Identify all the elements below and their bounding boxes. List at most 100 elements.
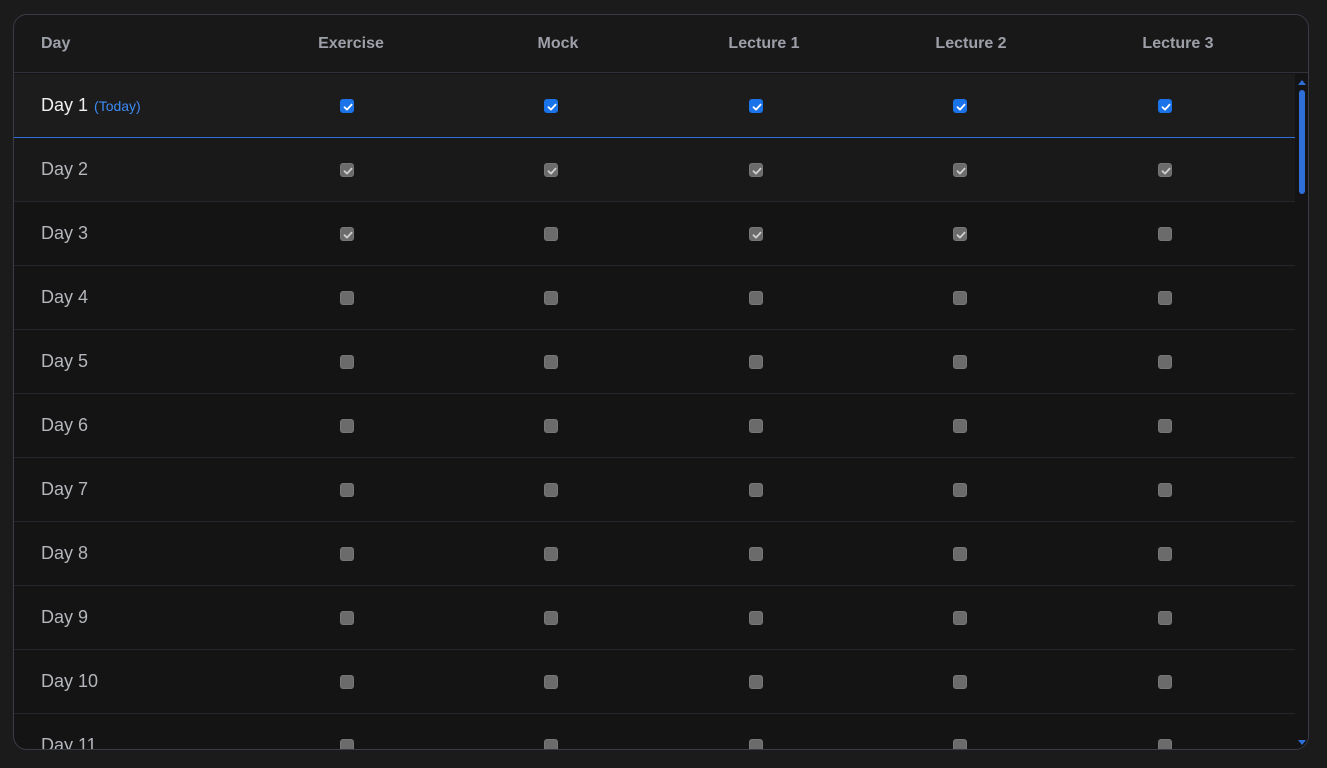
day-label: Day 11	[41, 714, 97, 749]
table-row: Day 11	[14, 714, 1295, 749]
checkbox-mock[interactable]	[544, 163, 558, 177]
checkbox-lecture-1[interactable]	[749, 483, 763, 497]
checkbox-lecture-2[interactable]	[953, 291, 967, 305]
table-body: Day 1 (Today) Day 2 Day 3 Day 4 Day 5 Day 6 Day…	[14, 74, 1295, 749]
checkmark-icon	[956, 231, 966, 239]
checkbox-exercise[interactable]	[340, 419, 354, 433]
scrollbar-thumb[interactable]	[1299, 90, 1305, 194]
checkbox-lecture-1[interactable]	[749, 291, 763, 305]
checkbox-exercise[interactable]	[340, 483, 354, 497]
checkbox-lecture-2[interactable]	[953, 227, 967, 241]
checkbox-mock[interactable]	[544, 675, 558, 689]
table-row: Day 8	[14, 522, 1295, 586]
checkbox-mock[interactable]	[544, 419, 558, 433]
day-label-text: Day 11	[41, 735, 97, 749]
header-mock: Mock	[537, 35, 579, 52]
checkbox-lecture-3[interactable]	[1158, 547, 1172, 561]
checkbox-lecture-2[interactable]	[953, 419, 967, 433]
checkmark-icon	[1161, 103, 1171, 111]
checkbox-lecture-2[interactable]	[953, 99, 967, 113]
checkbox-mock[interactable]	[544, 483, 558, 497]
table-row: Day 5	[14, 330, 1295, 394]
checkbox-lecture-2[interactable]	[953, 739, 967, 749]
checkbox-exercise[interactable]	[340, 675, 354, 689]
checkbox-lecture-3[interactable]	[1158, 675, 1172, 689]
table-row: Day 7	[14, 458, 1295, 522]
checkbox-exercise[interactable]	[340, 611, 354, 625]
checkbox-lecture-2[interactable]	[953, 163, 967, 177]
checkbox-lecture-1[interactable]	[749, 611, 763, 625]
day-label: Day 4	[41, 266, 88, 329]
table-row: Day 6	[14, 394, 1295, 458]
checkbox-lecture-1[interactable]	[749, 419, 763, 433]
checkbox-mock[interactable]	[544, 99, 558, 113]
checkbox-lecture-2[interactable]	[953, 483, 967, 497]
checkbox-lecture-1[interactable]	[749, 163, 763, 177]
checkbox-lecture-3[interactable]	[1158, 611, 1172, 625]
checkbox-lecture-1[interactable]	[749, 355, 763, 369]
table-row: Day 10	[14, 650, 1295, 714]
day-label: Day 5	[41, 330, 88, 393]
checkbox-exercise[interactable]	[340, 355, 354, 369]
checkbox-lecture-3[interactable]	[1158, 483, 1172, 497]
scroll-up-arrow-icon[interactable]	[1298, 80, 1306, 85]
day-label-text: Day 6	[41, 415, 89, 435]
checkbox-mock[interactable]	[544, 355, 558, 369]
day-label-text: Day 9	[41, 607, 89, 627]
checkbox-exercise[interactable]	[340, 547, 354, 561]
day-label-text: Day 8	[41, 543, 89, 563]
checkbox-lecture-3[interactable]	[1158, 291, 1172, 305]
checkbox-lecture-3[interactable]	[1158, 739, 1172, 749]
tracker-panel: Day Exercise Mock Lecture 1 Lecture 2 Le…	[13, 14, 1309, 750]
checkbox-lecture-3[interactable]	[1158, 99, 1172, 113]
day-label-text: Day 4	[41, 287, 89, 307]
checkbox-mock[interactable]	[544, 547, 558, 561]
table-row: Day 3	[14, 202, 1295, 266]
header-day: Day	[41, 35, 71, 52]
checkbox-lecture-2[interactable]	[953, 675, 967, 689]
checkbox-lecture-3[interactable]	[1158, 163, 1172, 177]
day-label-text: Day 5	[41, 351, 89, 371]
checkbox-lecture-1[interactable]	[749, 99, 763, 113]
checkbox-exercise[interactable]	[340, 163, 354, 177]
day-label-text: Day 7	[41, 479, 89, 499]
checkbox-lecture-2[interactable]	[953, 611, 967, 625]
checkbox-lecture-1[interactable]	[749, 675, 763, 689]
day-label: Day 1 (Today)	[41, 74, 141, 137]
checkbox-mock[interactable]	[544, 739, 558, 749]
day-label: Day 2	[41, 138, 88, 201]
checkbox-exercise[interactable]	[340, 291, 354, 305]
day-label: Day 8	[41, 522, 88, 585]
table-row: Day 1 (Today)	[14, 74, 1295, 138]
day-label-text: Day 10	[41, 671, 99, 691]
checkbox-lecture-1[interactable]	[749, 547, 763, 561]
checkbox-mock[interactable]	[544, 291, 558, 305]
checkmark-icon	[956, 167, 966, 175]
checkbox-exercise[interactable]	[340, 227, 354, 241]
checkmark-icon	[547, 103, 557, 111]
checkbox-exercise[interactable]	[340, 739, 354, 749]
checkmark-icon	[343, 103, 353, 111]
checkmark-icon	[956, 103, 966, 111]
checkmark-icon	[752, 231, 762, 239]
checkmark-icon	[752, 167, 762, 175]
vertical-scrollbar[interactable]	[1295, 74, 1308, 749]
checkbox-lecture-1[interactable]	[749, 739, 763, 749]
day-label: Day 3	[41, 202, 88, 265]
checkbox-mock[interactable]	[544, 611, 558, 625]
checkbox-lecture-2[interactable]	[953, 547, 967, 561]
day-label: Day 7	[41, 458, 88, 521]
checkbox-lecture-2[interactable]	[953, 355, 967, 369]
checkbox-mock[interactable]	[544, 227, 558, 241]
day-label-text: Day 2	[41, 159, 89, 179]
checkbox-lecture-3[interactable]	[1158, 355, 1172, 369]
day-label-text: Day 3	[41, 223, 89, 243]
scroll-down-arrow-icon[interactable]	[1298, 740, 1306, 745]
checkbox-lecture-1[interactable]	[749, 227, 763, 241]
checkbox-lecture-3[interactable]	[1158, 419, 1172, 433]
checkbox-lecture-3[interactable]	[1158, 227, 1172, 241]
checkbox-exercise[interactable]	[340, 99, 354, 113]
today-badge: (Today)	[94, 98, 141, 114]
header-lecture-2: Lecture 2	[935, 35, 1007, 52]
day-label: Day 6	[41, 394, 88, 457]
